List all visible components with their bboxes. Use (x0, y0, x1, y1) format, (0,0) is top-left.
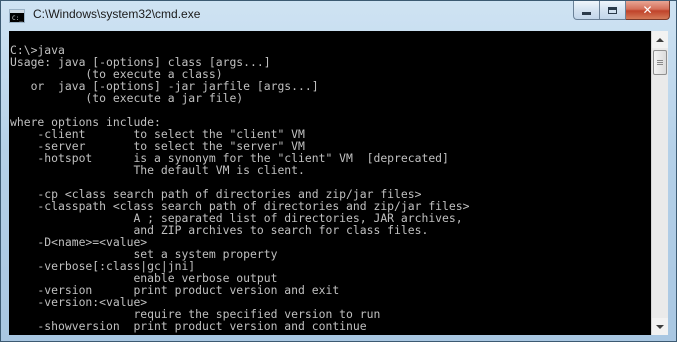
maximize-button[interactable] (600, 1, 626, 20)
console-lines: C:\>java Usage: java [-options] class [ar… (10, 44, 469, 332)
minimize-button[interactable] (573, 1, 600, 20)
minimize-icon (582, 11, 591, 15)
close-icon: ✕ (642, 3, 653, 17)
cmd-console-icon[interactable]: C:_ (9, 9, 25, 23)
console-output[interactable]: C:\>java Usage: java [-options] class [ar… (9, 31, 651, 335)
maximize-icon (608, 6, 617, 14)
arrow-down-icon (656, 324, 664, 329)
cmd-window: C:_ C:\Windows\system32\cmd.exe ✕ C:\>ja… (0, 0, 677, 342)
scrollbar-thumb[interactable] (653, 50, 667, 75)
console-line: -showversion print product version and c… (10, 319, 367, 333)
console-line: The default VM is client. (10, 163, 305, 177)
close-button[interactable]: ✕ (626, 1, 670, 20)
window-title: C:\Windows\system32\cmd.exe (33, 7, 201, 21)
console-line: (to execute a jar file) (10, 91, 244, 105)
scroll-up-button[interactable] (652, 31, 668, 48)
window-controls: ✕ (573, 1, 670, 21)
vertical-scrollbar[interactable] (651, 31, 668, 335)
arrow-up-icon (656, 37, 664, 42)
scroll-down-button[interactable] (652, 318, 668, 335)
title-bar[interactable]: C:_ C:\Windows\system32\cmd.exe ✕ (1, 1, 676, 31)
